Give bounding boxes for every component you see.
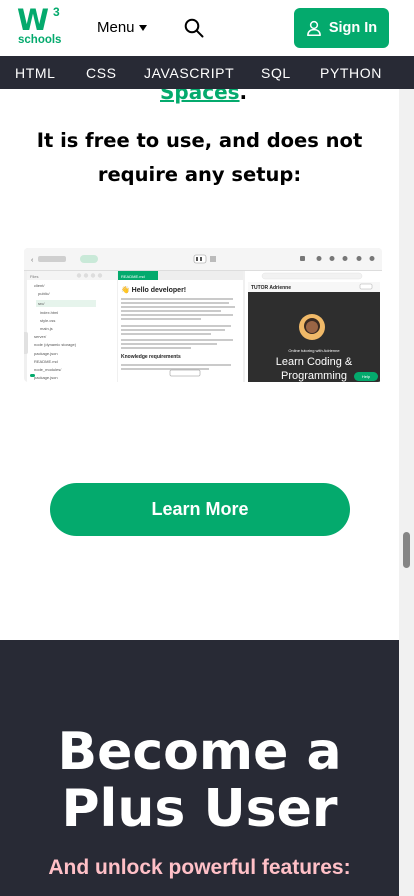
free-to-use-text: It is free to use, and does not require … xyxy=(0,124,399,192)
svg-text:node (dynamic storage): node (dynamic storage) xyxy=(34,342,77,347)
scrollbar-thumb[interactable] xyxy=(403,532,410,568)
plus-title-line-1: Become a xyxy=(57,722,342,782)
user-icon xyxy=(306,20,321,36)
svg-text:package.json: package.json xyxy=(34,351,58,356)
plus-title: Become a Plus User xyxy=(0,724,399,838)
w3schools-logo[interactable]: W 3 schools xyxy=(17,3,62,48)
svg-text:server/: server/ xyxy=(34,334,47,339)
svg-text:package.json: package.json xyxy=(34,375,58,380)
menu-label: Menu xyxy=(97,19,135,36)
preview-tutor-big-1: Learn Coding & xyxy=(276,356,353,368)
preview-help-label: Help xyxy=(362,374,371,379)
svg-text:👋 Hello developer!: 👋 Hello developer! xyxy=(121,285,186,294)
learn-more-label: Learn More xyxy=(151,499,249,519)
svg-text:node_modules/: node_modules/ xyxy=(34,367,62,372)
free-text-line-2: require any setup: xyxy=(97,163,302,186)
sign-in-button[interactable]: Sign In xyxy=(294,8,389,48)
learn-more-button[interactable]: Learn More xyxy=(50,483,350,536)
preview-tutor-label: TUTOR Adrienne xyxy=(251,285,291,291)
preview-tutor-caption: Online tutoring with Adrienne xyxy=(288,348,340,353)
search-icon[interactable] xyxy=(184,18,204,38)
topnav: HTML CSS JAVASCRIPT SQL PYTHON xyxy=(0,56,414,89)
preview-tutor-big-2: Programming xyxy=(281,370,347,382)
scrollbar-track[interactable] xyxy=(399,0,414,896)
plus-subtitle: And unlock powerful features: xyxy=(48,856,351,879)
plus-title-line-2: Plus User xyxy=(61,779,338,839)
logo-superscript: 3 xyxy=(53,5,60,19)
nav-item-python[interactable]: PYTHON xyxy=(320,65,382,81)
caret-down-icon xyxy=(138,25,147,31)
spaces-preview-image: ‹ Files client/ public/ src/ index.html … xyxy=(24,248,382,382)
nav-item-sql[interactable]: SQL xyxy=(261,65,291,81)
svg-text:client/: client/ xyxy=(34,283,45,288)
svg-text:index.html: index.html xyxy=(40,310,58,315)
logo-text: schools xyxy=(18,34,62,46)
nav-item-html[interactable]: HTML xyxy=(15,65,56,81)
preview-section: Knowledge requirements xyxy=(121,354,181,360)
nav-item-css[interactable]: CSS xyxy=(86,65,117,81)
logo-mark: W xyxy=(17,3,49,37)
svg-text:main.js: main.js xyxy=(40,326,53,331)
spaces-ide-illustration: ‹ Files client/ public/ src/ index.html … xyxy=(24,248,382,382)
svg-text:README.md: README.md xyxy=(34,359,58,364)
svg-text:src/: src/ xyxy=(38,301,45,306)
menu-button[interactable]: Menu xyxy=(97,19,147,36)
nav-item-javascript[interactable]: JAVASCRIPT xyxy=(144,65,234,81)
free-text-line-1: It is free to use, and does not xyxy=(36,129,363,152)
preview-editor-tab: README.md xyxy=(121,274,145,279)
svg-text:style.css: style.css xyxy=(40,318,55,323)
svg-text:public/: public/ xyxy=(38,291,50,296)
svg-text:Files: Files xyxy=(30,274,38,279)
header: W 3 schools Menu Sign In xyxy=(0,0,414,56)
preview-heading: Hello developer! xyxy=(132,287,186,294)
sign-in-label: Sign In xyxy=(328,20,378,36)
